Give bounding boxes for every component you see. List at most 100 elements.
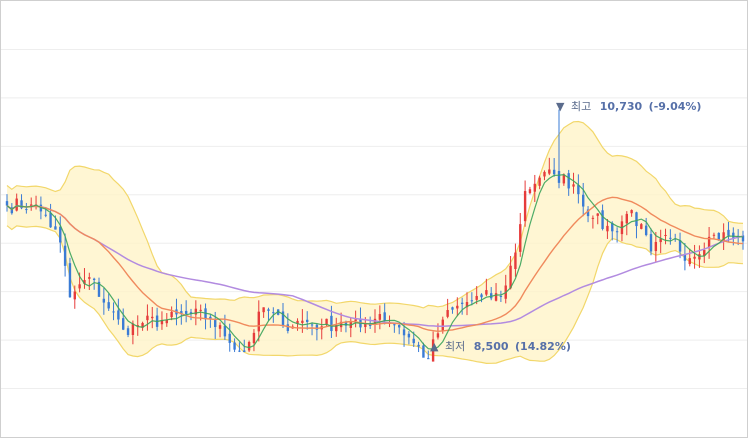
candle-body — [218, 325, 222, 329]
candle-body — [572, 184, 575, 187]
candle-body — [170, 311, 173, 318]
candle-body — [664, 234, 667, 236]
candle-body — [286, 324, 290, 331]
candle — [523, 180, 527, 227]
candle-body — [732, 232, 735, 238]
candle-body — [107, 302, 110, 309]
candle-body — [112, 311, 115, 313]
candle-body — [243, 350, 246, 353]
candle-body — [131, 323, 135, 335]
candle-body — [693, 256, 696, 259]
low-change: (14.82%) — [515, 340, 571, 353]
candle-body — [378, 314, 382, 320]
candle-body — [102, 298, 106, 303]
candle-body — [669, 237, 672, 239]
candle-body — [543, 171, 546, 177]
candle-body — [126, 328, 130, 335]
candle-body — [223, 325, 227, 337]
candle-body — [533, 183, 536, 192]
candle-body — [15, 198, 18, 211]
candle-body — [247, 341, 251, 351]
candle-body — [73, 291, 76, 300]
candle-body — [54, 226, 57, 230]
candle — [247, 340, 251, 353]
candle-body — [688, 258, 691, 265]
candle-body — [88, 277, 91, 279]
candle — [68, 257, 72, 298]
candle-body — [548, 169, 551, 174]
candle-body — [330, 315, 333, 332]
candle-body — [262, 307, 265, 313]
candle-body — [475, 295, 478, 300]
candle-body — [649, 234, 653, 252]
candle-body — [460, 302, 464, 304]
candle-body — [470, 300, 474, 302]
candle-body — [480, 294, 483, 298]
candle-body — [49, 212, 52, 228]
candle-body — [402, 329, 406, 336]
candle-body — [63, 245, 67, 266]
candle-body — [654, 241, 658, 252]
candle-body — [499, 295, 503, 297]
candle-body — [456, 305, 459, 309]
candle-body — [494, 293, 498, 301]
chart-frame: ▼ 최고 10,730 (-9.04%) ▲ 최저 8,500 (14.82%) — [0, 0, 748, 438]
candle-body — [630, 210, 633, 214]
candle-body — [591, 217, 595, 219]
candle-body — [538, 177, 541, 186]
candle-body — [644, 225, 648, 236]
candle-body — [412, 338, 415, 344]
candle-body — [567, 173, 570, 189]
stock-chart[interactable]: ▼ 최고 10,730 (-9.04%) ▲ 최저 8,500 (14.82%) — [1, 1, 747, 437]
candle-body — [606, 225, 609, 232]
candle-body — [615, 231, 619, 233]
candle-body — [199, 309, 202, 311]
candle-body — [68, 263, 72, 298]
candle-body — [184, 310, 188, 314]
high-value: 10,730 — [600, 100, 643, 113]
high-annotation: ▼ 최고 10,730 (-9.04%) — [556, 100, 701, 113]
candle-body — [519, 224, 522, 252]
high-marker: ▼ — [556, 100, 565, 113]
candle-body — [509, 265, 512, 289]
candle-body — [364, 323, 367, 328]
low-marker: ▲ — [430, 340, 439, 353]
candle-body — [485, 290, 488, 295]
candle-body — [712, 234, 716, 236]
candle-body — [727, 229, 730, 236]
low-annotation: ▲ 최저 8,500 (14.82%) — [430, 340, 571, 353]
candle-body — [596, 213, 599, 216]
candle-body — [451, 307, 454, 310]
candle-body — [354, 319, 357, 321]
low-label: 최저 — [445, 340, 465, 353]
candle-body — [267, 309, 270, 311]
candle — [519, 212, 522, 257]
candle-body — [272, 312, 275, 314]
candle-body — [233, 342, 236, 350]
candle-body — [640, 224, 643, 229]
candle-body — [122, 318, 125, 330]
candle-body — [557, 170, 561, 183]
candle-body — [301, 320, 304, 323]
candle-body — [398, 324, 401, 328]
candle-body — [252, 332, 256, 344]
candle-body — [214, 319, 217, 328]
candle-body — [238, 350, 241, 352]
candle-body — [601, 210, 604, 229]
candle-body — [635, 212, 638, 227]
candle-body — [25, 209, 28, 211]
candle-body — [151, 316, 154, 319]
candle-body — [306, 319, 309, 322]
candle-body — [625, 213, 628, 224]
candle-body — [78, 284, 81, 289]
candle-body — [310, 324, 314, 326]
candle-body — [59, 226, 62, 243]
candle-body — [436, 333, 440, 338]
candle-body — [92, 278, 96, 281]
candle-body — [5, 201, 9, 206]
candle-body — [257, 311, 260, 332]
candle — [528, 186, 532, 195]
candle-body — [422, 345, 425, 358]
candle-body — [582, 194, 585, 207]
candle-body — [117, 310, 120, 320]
